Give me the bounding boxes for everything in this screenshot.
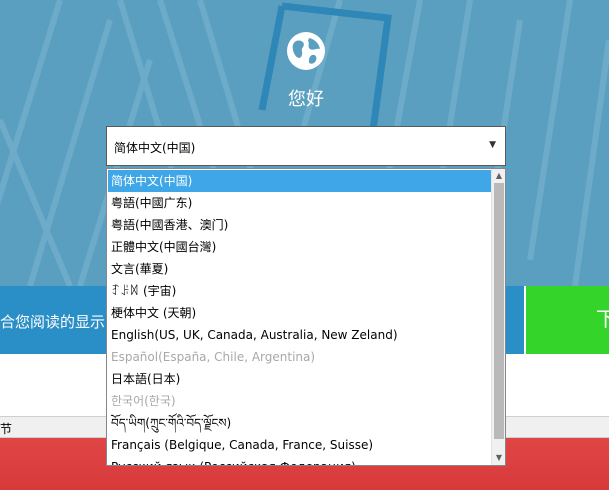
language-option[interactable]: Русский язык (Российская Федерация): [108, 456, 492, 465]
language-option[interactable]: 粤語(中國香港、澳门): [108, 214, 492, 236]
status-text: 节: [0, 422, 13, 436]
language-option[interactable]: English(US, UK, Canada, Australia, New Z…: [108, 324, 492, 346]
language-option[interactable]: 简体中文(中国): [108, 170, 492, 192]
language-option[interactable]: 日本語(日本): [108, 368, 492, 390]
language-option[interactable]: Français (Belgique, Canada, France, Suis…: [108, 434, 492, 456]
language-select-value: 简体中文(中国): [114, 141, 196, 155]
dropdown-scrollbar[interactable]: ▲ ▼: [491, 169, 505, 465]
language-option[interactable]: 文言(華夏): [108, 258, 492, 280]
language-select[interactable]: 简体中文(中国) ▼: [106, 126, 506, 166]
language-option: Español(España, Chile, Argentina): [111, 350, 316, 364]
scrollbar-thumb[interactable]: [494, 183, 504, 439]
language-option[interactable]: བོད་ཡིག(ཀྲུང་གོའི་བོད་ལྗོངས): [108, 412, 492, 434]
scroll-down-arrow-icon[interactable]: ▼: [492, 451, 506, 465]
language-option[interactable]: 粤語(中國广东): [108, 192, 492, 214]
language-option[interactable]: 正體中文(中國台灣): [108, 236, 492, 258]
language-option: 한국어(한국): [111, 394, 176, 408]
language-dropdown-list[interactable]: 简体中文(中国) 粤語(中國广东) 粤語(中國香港、澳门) 正體中文(中國台灣) 文言(…: [106, 168, 506, 466]
dropdown-arrow-icon[interactable]: ▼: [489, 140, 496, 150]
scroll-up-arrow-icon[interactable]: ▲: [492, 169, 506, 183]
greeting-heading: 您好: [288, 89, 324, 110]
band-text: 合您阅读的显示: [0, 313, 106, 331]
next-button[interactable]: 下: [524, 286, 609, 354]
language-option[interactable]: 梗体中文 (天朝): [108, 302, 492, 324]
language-option[interactable]: ꆈꌠꉙ (宇宙): [108, 280, 492, 302]
globe-icon: [287, 32, 325, 70]
